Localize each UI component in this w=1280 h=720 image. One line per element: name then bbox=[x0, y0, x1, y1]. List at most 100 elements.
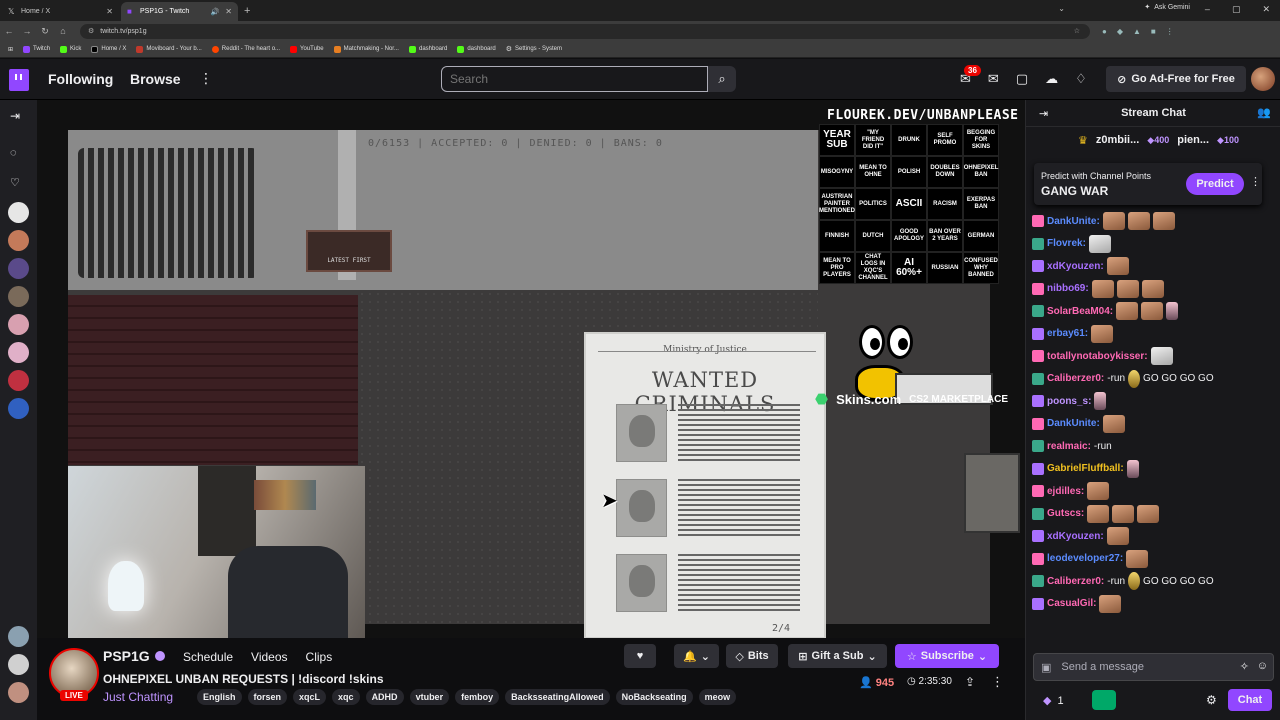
share-icon[interactable]: ⇪ bbox=[965, 675, 975, 689]
chat-username[interactable]: leodeveloper27: bbox=[1047, 553, 1123, 564]
chat-emote[interactable] bbox=[1094, 392, 1107, 411]
bookmark-item[interactable]: dashboard bbox=[457, 45, 496, 53]
chat-input[interactable]: ▣ Send a message ✧ ☺ bbox=[1033, 653, 1274, 681]
chat-emote[interactable] bbox=[1116, 279, 1139, 298]
chat-username[interactable]: Gutscs: bbox=[1047, 508, 1084, 519]
expand-sidebar-icon[interactable]: ⇥ bbox=[10, 109, 20, 123]
chat-username[interactable]: DankUnite: bbox=[1047, 216, 1100, 227]
prime-icon[interactable]: ♢ bbox=[1075, 71, 1087, 87]
tag[interactable]: ADHD bbox=[365, 689, 404, 705]
bits-button[interactable]: ◇ Bits bbox=[726, 644, 778, 668]
tag[interactable]: NoBackseating bbox=[615, 689, 693, 705]
chat-emote[interactable] bbox=[1128, 369, 1141, 388]
apps-icon[interactable]: ⊞ bbox=[8, 46, 13, 53]
maximize-icon[interactable]: ▢ bbox=[1232, 4, 1241, 15]
bookmark-star-icon[interactable]: ☆ bbox=[1074, 27, 1080, 35]
stream-category[interactable]: Just Chatting bbox=[103, 690, 173, 704]
extension-icon[interactable]: ■ bbox=[1151, 27, 1156, 36]
followed-channel-avatar[interactable] bbox=[8, 626, 29, 647]
gear-icon[interactable]: ⚙ bbox=[1206, 693, 1217, 707]
chat-emote[interactable] bbox=[1127, 212, 1150, 231]
chat-emote[interactable] bbox=[1150, 347, 1173, 366]
emote-picker-icon[interactable]: ▣ bbox=[1041, 661, 1051, 674]
close-window-icon[interactable]: ✕ bbox=[1262, 4, 1270, 15]
browser-tab-twitch[interactable]: ■ PSP1G - Twitch 🔊 ✕ bbox=[121, 2, 238, 21]
chat-username[interactable]: CasualGil: bbox=[1047, 598, 1096, 609]
chat-emote[interactable] bbox=[1141, 279, 1164, 298]
followed-channel-avatar[interactable] bbox=[8, 286, 29, 307]
followed-channel-avatar[interactable] bbox=[8, 230, 29, 251]
tag[interactable]: vtuber bbox=[409, 689, 450, 705]
chat-emote[interactable] bbox=[1106, 527, 1129, 546]
more-options-icon[interactable]: ⋮ bbox=[199, 70, 213, 87]
leader-user[interactable]: pien... bbox=[1177, 134, 1209, 146]
chat-emote[interactable] bbox=[1102, 414, 1125, 433]
chat-emote[interactable] bbox=[1128, 572, 1141, 591]
channel-name[interactable]: PSP1G bbox=[103, 648, 150, 664]
site-info-icon[interactable]: ⚙ bbox=[88, 27, 94, 35]
chat-emote[interactable] bbox=[1102, 212, 1125, 231]
chat-send-button[interactable]: Chat bbox=[1228, 689, 1272, 711]
chat-username[interactable]: Flovrek: bbox=[1047, 238, 1086, 249]
extension-icon[interactable]: ◆ bbox=[1117, 27, 1123, 36]
extension-icon[interactable]: ● bbox=[1102, 27, 1107, 36]
whispers-icon[interactable]: ▢ bbox=[1016, 71, 1028, 87]
search-input[interactable] bbox=[441, 66, 708, 92]
back-icon[interactable]: ← bbox=[0, 26, 18, 36]
home-icon[interactable]: ⌂ bbox=[54, 26, 72, 36]
tab-clips[interactable]: Clips bbox=[306, 650, 333, 664]
chat-emote[interactable] bbox=[1126, 459, 1139, 478]
channel-points[interactable]: ◆ 1 bbox=[1043, 694, 1064, 708]
chat-username[interactable]: ejdilles: bbox=[1047, 486, 1084, 497]
chat-username[interactable]: totallynotaboykisser: bbox=[1047, 351, 1148, 362]
chat-emote[interactable] bbox=[1087, 482, 1110, 501]
minimize-icon[interactable]: – bbox=[1205, 4, 1210, 15]
tag[interactable]: xqc bbox=[332, 689, 360, 705]
followed-channel-avatar[interactable] bbox=[8, 654, 29, 675]
chat-username[interactable]: poons_s: bbox=[1047, 396, 1091, 407]
close-icon[interactable]: ✕ bbox=[106, 7, 113, 16]
followed-heart-icon[interactable]: ♡ bbox=[10, 176, 20, 189]
chat-username[interactable]: xdKyouzen: bbox=[1047, 261, 1104, 272]
ad-free-button[interactable]: ⊘ Go Ad-Free for Free bbox=[1106, 66, 1246, 92]
tag[interactable]: meow bbox=[698, 689, 737, 705]
chat-emote[interactable] bbox=[1126, 549, 1149, 568]
tab-videos[interactable]: Videos bbox=[251, 650, 287, 664]
new-tab-button[interactable]: + bbox=[244, 5, 250, 17]
bookmark-item[interactable]: YouTube bbox=[290, 45, 324, 53]
drops-icon[interactable]: ☁ bbox=[1045, 71, 1058, 87]
nav-following[interactable]: Following bbox=[48, 71, 113, 87]
speaker-icon[interactable]: 🔊 bbox=[211, 8, 220, 16]
chat-emote[interactable] bbox=[1099, 594, 1122, 613]
twitch-logo-icon[interactable] bbox=[9, 69, 29, 91]
chat-emote[interactable] bbox=[1091, 324, 1114, 343]
chat-emote[interactable] bbox=[1116, 302, 1139, 321]
reload-icon[interactable]: ↻ bbox=[36, 26, 54, 37]
followed-channel-avatar[interactable] bbox=[8, 342, 29, 363]
channel-points-gift-button[interactable] bbox=[1092, 690, 1116, 710]
chat-emote[interactable] bbox=[1141, 302, 1164, 321]
bookmark-item[interactable]: Kick bbox=[60, 45, 81, 53]
chat-emote[interactable] bbox=[1166, 302, 1179, 321]
tag[interactable]: forsen bbox=[247, 689, 288, 705]
forward-icon[interactable]: → bbox=[18, 26, 36, 36]
chat-username[interactable]: DankUnite: bbox=[1047, 418, 1100, 429]
bookmark-item[interactable]: Reddit - The heart o... bbox=[211, 45, 280, 53]
more-options-icon[interactable]: ⋮ bbox=[991, 674, 1004, 690]
chat-username[interactable]: Caliberzer0: bbox=[1047, 576, 1104, 587]
leader-user[interactable]: z0mbii... bbox=[1096, 134, 1139, 146]
for-you-icon[interactable]: ◌ bbox=[10, 147, 17, 159]
followed-channel-avatar[interactable] bbox=[8, 314, 29, 335]
tab-schedule[interactable]: Schedule bbox=[183, 650, 233, 664]
tag[interactable]: femboy bbox=[455, 689, 500, 705]
chat-username[interactable]: SolarBeaM04: bbox=[1047, 306, 1113, 317]
video-player[interactable]: 0/6153 | ACCEPTED: 0 | DENIED: 0 | BANS:… bbox=[37, 100, 1025, 638]
chat-username[interactable]: erbay61: bbox=[1047, 328, 1088, 339]
followed-channel-avatar[interactable] bbox=[8, 370, 29, 391]
chat-emote[interactable] bbox=[1088, 234, 1111, 253]
chat-username[interactable]: Caliberzer0: bbox=[1047, 373, 1104, 384]
url-field[interactable]: ⚙ twitch.tv/psp1g ☆ bbox=[80, 23, 1090, 39]
predict-button[interactable]: Predict bbox=[1186, 173, 1244, 195]
user-avatar[interactable] bbox=[1251, 67, 1275, 91]
browser-tab-x[interactable]: 𝕏 Home / X ✕ bbox=[2, 2, 119, 21]
